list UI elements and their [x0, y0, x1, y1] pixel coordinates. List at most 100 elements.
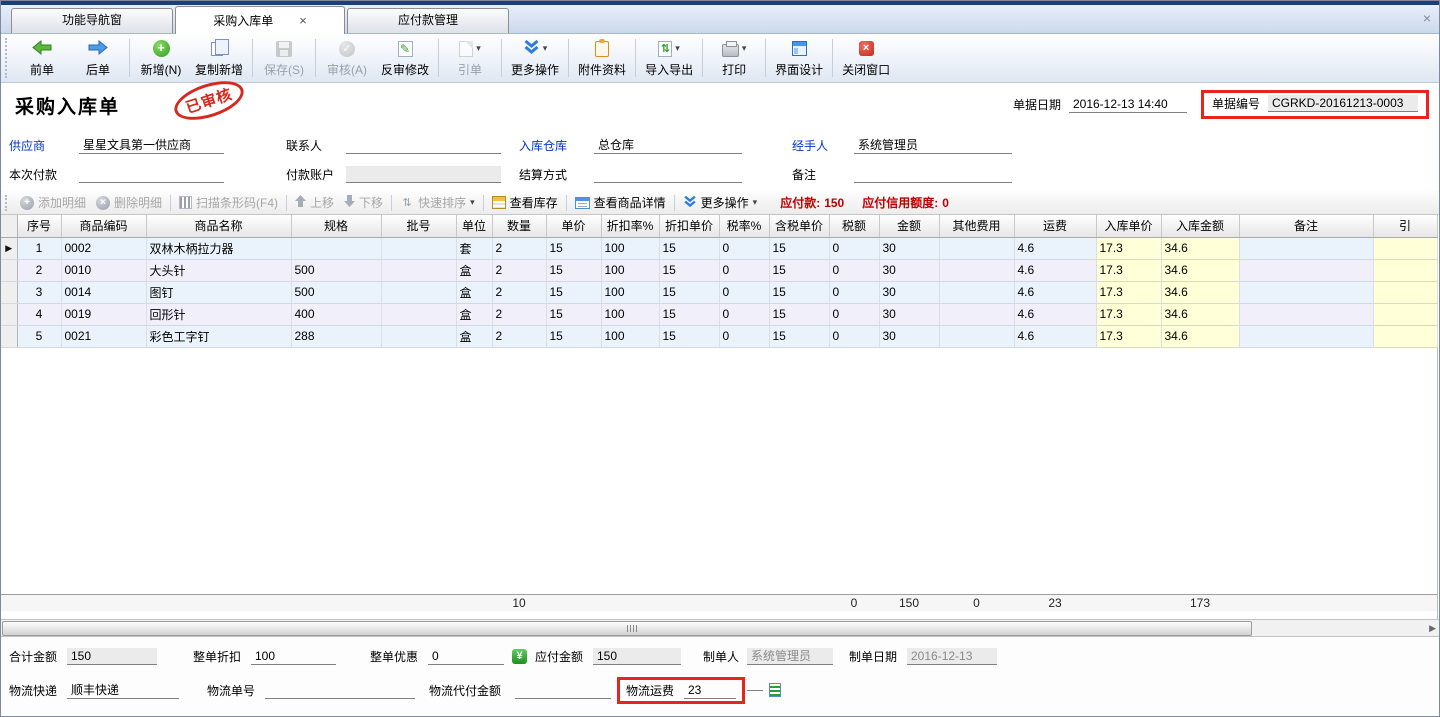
grid-cell[interactable]: 0019 — [61, 303, 146, 325]
grid-cell[interactable]: 30 — [879, 325, 939, 347]
grid-column-header[interactable]: 其他费用 — [939, 215, 1014, 237]
grid-cell[interactable] — [1, 281, 17, 303]
grid-cell[interactable]: 5 — [17, 325, 61, 347]
grid-cell[interactable]: 0 — [829, 303, 879, 325]
pull-doc-button[interactable]: ▾ 引单 — [442, 37, 498, 80]
grid-cell[interactable]: 34.6 — [1161, 259, 1239, 281]
close-window-button[interactable]: 关闭窗口 — [836, 37, 896, 80]
grid-cell[interactable] — [1, 325, 17, 347]
contact-field[interactable] — [346, 137, 501, 154]
dropdown-arrow-icon[interactable]: ▾ — [476, 44, 481, 53]
grid-cell[interactable]: 15 — [769, 259, 829, 281]
grid-cell[interactable]: 盒 — [456, 325, 492, 347]
grid-cell[interactable]: 500 — [291, 259, 381, 281]
grid-cell[interactable] — [381, 281, 456, 303]
view-stock-button[interactable]: 查看库存 — [492, 194, 558, 211]
grid-cell[interactable] — [1239, 259, 1373, 281]
scrollbar-thumb[interactable] — [2, 621, 1252, 636]
grid-cell[interactable]: 0 — [719, 237, 769, 259]
grid-cell[interactable] — [1239, 325, 1373, 347]
attachments-button[interactable]: 附件资料 — [572, 37, 632, 80]
grid-column-header[interactable]: 批号 — [381, 215, 456, 237]
grid-cell[interactable]: 0 — [829, 281, 879, 303]
grid-cell[interactable]: 500 — [291, 281, 381, 303]
more-actions-button[interactable]: ▾ 更多操作 — [505, 37, 565, 80]
grid-cell[interactable]: 100 — [601, 325, 659, 347]
grid-cell[interactable]: 盒 — [456, 303, 492, 325]
grid-cell[interactable]: 288 — [291, 325, 381, 347]
grid-cell[interactable] — [1373, 281, 1437, 303]
import-export-button[interactable]: ▾ 导入导出 — [639, 37, 699, 80]
grid-cell[interactable]: 15 — [546, 325, 601, 347]
settlement-field[interactable] — [594, 166, 742, 183]
prev-doc-button[interactable]: 前单 — [14, 37, 70, 80]
grid-cell[interactable] — [1, 303, 17, 325]
grid-cell[interactable]: 3 — [17, 281, 61, 303]
grid-cell[interactable]: 400 — [291, 303, 381, 325]
quick-sort-button[interactable]: 快速排序 ▾ — [400, 194, 475, 211]
grid-column-header[interactable]: 备注 — [1239, 215, 1373, 237]
grid-cell[interactable] — [1373, 325, 1437, 347]
grid-cell[interactable] — [1239, 303, 1373, 325]
logistics-express-field[interactable]: 顺丰快递 — [67, 682, 179, 699]
grid-cell[interactable]: 100 — [601, 259, 659, 281]
grid-cell[interactable]: 17.3 — [1096, 281, 1161, 303]
remark-field[interactable] — [854, 166, 1012, 183]
grid-column-header[interactable]: 数量 — [492, 215, 546, 237]
view-product-detail-button[interactable]: 查看商品详情 — [575, 194, 666, 211]
add-line-button[interactable]: 添加明细 — [20, 194, 86, 211]
grid-cell[interactable]: 34.6 — [1161, 303, 1239, 325]
grid-cell[interactable]: 15 — [546, 303, 601, 325]
dropdown-arrow-icon[interactable]: ▾ — [675, 44, 680, 53]
grid-cell[interactable]: 4.6 — [1014, 281, 1096, 303]
grid-cell[interactable]: 15 — [659, 237, 719, 259]
grid-cell[interactable] — [1373, 259, 1437, 281]
grid-cell[interactable]: 4.6 — [1014, 259, 1096, 281]
grid-column-header[interactable]: 单价 — [546, 215, 601, 237]
grid-cell[interactable]: 34.6 — [1161, 281, 1239, 303]
whole-rebate-field[interactable]: 0 — [428, 648, 504, 665]
grid-cell[interactable] — [1239, 281, 1373, 303]
grid-cell[interactable] — [381, 303, 456, 325]
grid-cell[interactable]: 2 — [492, 303, 546, 325]
grid-cell[interactable]: 15 — [659, 281, 719, 303]
grid-cell[interactable]: 套 — [456, 237, 492, 259]
grid-cell[interactable] — [1373, 303, 1437, 325]
copy-new-button[interactable]: 复制新增 — [189, 37, 249, 80]
dropdown-arrow-icon[interactable]: ▾ — [470, 198, 475, 207]
grid-cell[interactable]: 15 — [546, 237, 601, 259]
payment-field[interactable] — [79, 166, 224, 183]
grid-cell[interactable]: 100 — [601, 237, 659, 259]
print-button[interactable]: ▾ 打印 — [706, 37, 762, 80]
grid-cell[interactable]: 2 — [17, 259, 61, 281]
whole-discount-field[interactable]: 100 — [251, 648, 336, 665]
grid-column-header[interactable]: 含税单价 — [769, 215, 829, 237]
grid-cell[interactable]: 图钉 — [146, 281, 291, 303]
grid-cell[interactable]: 0 — [829, 259, 879, 281]
grid-cell[interactable]: 0021 — [61, 325, 146, 347]
detail-toolbar-grip[interactable] — [5, 195, 10, 211]
grid-cell[interactable]: 15 — [659, 303, 719, 325]
grid-column-header[interactable]: 折扣单价 — [659, 215, 719, 237]
grid-cell[interactable] — [1239, 237, 1373, 259]
grid-cell[interactable]: 回形针 — [146, 303, 291, 325]
move-down-button[interactable]: 下移 — [344, 194, 383, 211]
grid-cell[interactable]: 0 — [829, 237, 879, 259]
grid-cell[interactable]: 15 — [546, 259, 601, 281]
grid-column-header[interactable]: 序号 — [17, 215, 61, 237]
delete-line-button[interactable]: 删除明细 — [96, 194, 162, 211]
tab-payables[interactable]: 应付款管理 — [347, 8, 509, 33]
grid-row-selector-header[interactable] — [1, 215, 17, 237]
grid-cell[interactable]: 30 — [879, 259, 939, 281]
unaudit-modify-button[interactable]: 反审修改 — [375, 37, 435, 80]
grid-cell[interactable]: 34.6 — [1161, 237, 1239, 259]
new-button[interactable]: 新增(N) — [133, 37, 189, 80]
grid-cell[interactable]: 0014 — [61, 281, 146, 303]
grid-cell[interactable]: 15 — [659, 259, 719, 281]
ui-design-button[interactable]: 界面设计 — [769, 37, 829, 80]
grid-cell[interactable]: 2 — [492, 281, 546, 303]
yuan-calc-icon[interactable] — [512, 649, 527, 664]
grid-cell[interactable]: 15 — [769, 237, 829, 259]
scroll-right-arrow-icon[interactable]: ▶ — [1429, 623, 1436, 633]
window-close-icon[interactable]: × — [1423, 11, 1431, 25]
